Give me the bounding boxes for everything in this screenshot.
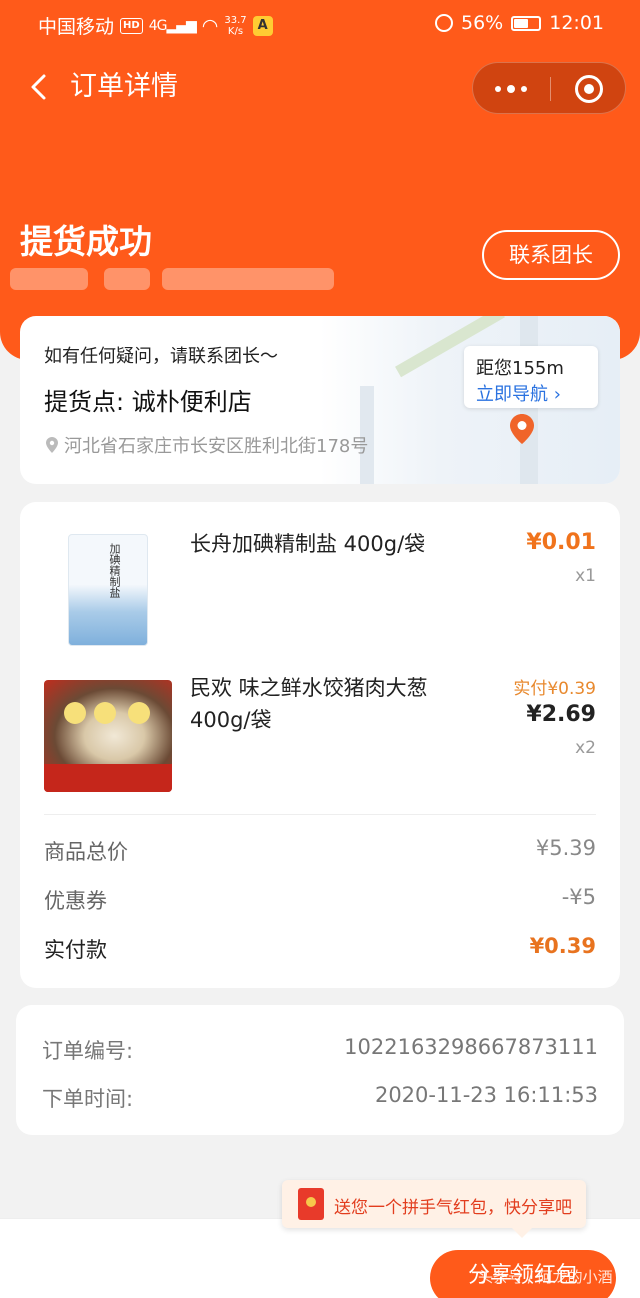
paid-amount-value: ¥0.39 xyxy=(529,934,596,958)
order-status-title: 提货成功 xyxy=(20,222,152,261)
order-number-value[interactable]: 1022163298667873111 xyxy=(344,1035,598,1059)
image-tag xyxy=(94,702,116,724)
red-packet-icon xyxy=(298,1188,324,1220)
red-packet-tip: 送您一个拼手气红包，快分享吧 xyxy=(282,1180,586,1238)
alarm-icon xyxy=(435,14,453,32)
network-speed: 33.7 K/s xyxy=(224,15,246,37)
divider xyxy=(44,814,596,815)
mini-program-capsule xyxy=(472,62,626,114)
battery-fill xyxy=(514,18,528,28)
more-icon[interactable] xyxy=(493,76,529,102)
signal-icon: ▂▄▆ xyxy=(166,17,196,34)
pickup-hint: 如有任何疑问，请联系团长～ xyxy=(44,346,278,367)
order-time-value: 2020-11-23 16:11:53 xyxy=(374,1083,598,1107)
status-bar: 中国移动 HD 4G▂▄▆ ◠ 33.7 K/s A 56% 12:01 xyxy=(0,0,640,48)
coupon-label: 优惠券 xyxy=(44,889,107,913)
pickup-point: 提货点: 诚朴便利店 xyxy=(44,388,252,416)
navigate-link[interactable]: 立即导航 › xyxy=(476,380,561,406)
pickup-card: 如有任何疑问，请联系团长～ 提货点: 诚朴便利店 河北省石家庄市长安区胜利北街1… xyxy=(20,316,620,484)
product-price: ¥0.01 xyxy=(526,530,596,555)
product-paid-price: 实付¥0.39 xyxy=(513,679,596,699)
hd-badge: HD xyxy=(120,17,143,34)
battery-icon xyxy=(511,15,542,31)
battery-percent: 56% xyxy=(461,12,504,34)
blurred-info xyxy=(162,268,334,290)
header-background xyxy=(0,0,640,360)
coupon-value: -¥5 xyxy=(561,885,596,909)
speed-unit: K/s xyxy=(227,25,244,37)
order-number-label: 订单编号: xyxy=(42,1039,134,1063)
clock: 12:01 xyxy=(549,12,604,34)
product-quantity: x1 xyxy=(575,566,596,586)
status-right: 56% 12:01 xyxy=(435,12,604,34)
contact-leader-button[interactable]: 联系团长 xyxy=(482,230,620,280)
carrier-label: 中国移动 xyxy=(38,16,115,38)
address-text: 河北省石家庄市长安区胜利北街178号 xyxy=(64,436,369,457)
app-notification-icon: A xyxy=(252,15,273,36)
location-pin-icon xyxy=(46,437,58,453)
product-image-salt[interactable]: 加碘精制盐 xyxy=(68,534,148,646)
back-arrow-icon[interactable] xyxy=(26,70,52,104)
product-quantity: x2 xyxy=(575,738,596,758)
capsule-divider xyxy=(550,77,551,101)
pickup-address: 河北省石家庄市长安区胜利北街178号 xyxy=(46,432,368,458)
speed-value: 33.7 xyxy=(224,14,247,26)
map-pin-icon xyxy=(510,414,534,444)
product-image-dumpling[interactable] xyxy=(44,680,172,792)
network-type: 4G xyxy=(148,17,168,34)
watermark: 头条号 / 阿龙的小酒 xyxy=(478,1268,613,1286)
blurred-info xyxy=(104,268,150,290)
blurred-info xyxy=(10,268,88,290)
distance-label: 距您155m xyxy=(476,358,564,379)
network-label: 4G▂▄▆ xyxy=(148,17,197,34)
page-title: 订单详情 xyxy=(70,71,178,102)
navigate-text: 立即导航 xyxy=(476,384,548,405)
total-price-label: 商品总价 xyxy=(44,840,128,864)
package-stripe xyxy=(44,764,172,792)
chevron-right-icon: › xyxy=(553,384,561,405)
red-packet-tip-text: 送您一个拼手气红包，快分享吧 xyxy=(334,1198,572,1218)
product-name[interactable]: 长舟加碘精制盐 400g/袋 xyxy=(190,528,480,560)
status-left: 中国移动 HD 4G▂▄▆ ◠ 33.7 K/s A xyxy=(38,12,273,39)
close-mini-program-icon[interactable] xyxy=(575,75,603,103)
image-tag xyxy=(64,702,86,724)
order-time-label: 下单时间: xyxy=(42,1087,134,1111)
paid-amount-label: 实付款 xyxy=(44,938,107,962)
order-info-card: 订单编号: 1022163298667873111 下单时间: 2020-11-… xyxy=(16,1005,624,1135)
total-price-value: ¥5.39 xyxy=(535,836,596,860)
image-tag xyxy=(128,702,150,724)
salt-package-label: 加碘精制盐 xyxy=(108,543,121,598)
wifi-icon: ◠ xyxy=(201,14,219,37)
goods-card: 加碘精制盐 长舟加碘精制盐 400g/袋 ¥0.01 x1 民欢 味之鲜水饺猪肉… xyxy=(20,502,620,988)
distance-bubble[interactable]: 距您155m 立即导航 › xyxy=(464,346,598,408)
product-price: ¥2.69 xyxy=(526,702,596,727)
product-name[interactable]: 民欢 味之鲜水饺猪肉大葱400g/袋 xyxy=(190,672,460,736)
